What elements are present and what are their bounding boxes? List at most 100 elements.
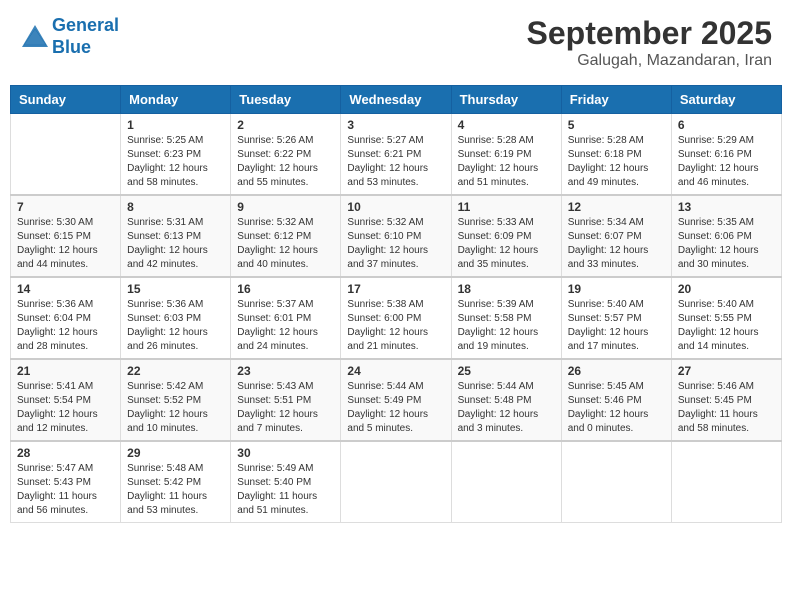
day-number: 12: [568, 200, 665, 214]
cell-content: Sunrise: 5:31 AM Sunset: 6:13 PM Dayligh…: [127, 216, 224, 272]
day-number: 4: [458, 118, 555, 132]
logo: General Blue: [20, 15, 119, 58]
day-number: 9: [237, 200, 334, 214]
cell-content: Sunrise: 5:41 AM Sunset: 5:54 PM Dayligh…: [17, 380, 114, 436]
page-header: General Blue September 2025 Galugah, Maz…: [10, 10, 782, 75]
cell-content: Sunrise: 5:46 AM Sunset: 5:45 PM Dayligh…: [678, 380, 775, 436]
day-number: 30: [237, 446, 334, 460]
day-number: 17: [347, 282, 444, 296]
calendar-cell: 6 Sunrise: 5:29 AM Sunset: 6:16 PM Daylig…: [671, 114, 781, 196]
calendar-cell: 7Sunrise: 5:30 AM Sunset: 6:15 PM Daylig…: [11, 195, 121, 277]
calendar-cell: [341, 441, 451, 523]
cell-content: Sunrise: 5:44 AM Sunset: 5:48 PM Dayligh…: [458, 380, 555, 436]
day-number: 1: [127, 118, 224, 132]
day-number: 23: [237, 364, 334, 378]
day-number: 5: [568, 118, 665, 132]
day-number: 13: [678, 200, 775, 214]
cell-content: Sunrise: 5:33 AM Sunset: 6:09 PM Dayligh…: [458, 216, 555, 272]
calendar-cell: 3 Sunrise: 5:27 AM Sunset: 6:21 PM Daylig…: [341, 114, 451, 196]
day-number: 16: [237, 282, 334, 296]
calendar-cell: 20 Sunrise: 5:40 AM Sunset: 5:55 PM Dayli…: [671, 277, 781, 359]
day-number: 15: [127, 282, 224, 296]
day-number: 19: [568, 282, 665, 296]
calendar-cell: 1 Sunrise: 5:25 AM Sunset: 6:23 PM Daylig…: [121, 114, 231, 196]
calendar-cell: 12 Sunrise: 5:34 AM Sunset: 6:07 PM Dayli…: [561, 195, 671, 277]
calendar-cell: 16 Sunrise: 5:37 AM Sunset: 6:01 PM Dayli…: [231, 277, 341, 359]
cell-content: Sunrise: 5:37 AM Sunset: 6:01 PM Dayligh…: [237, 298, 334, 354]
calendar-cell: 15 Sunrise: 5:36 AM Sunset: 6:03 PM Dayli…: [121, 277, 231, 359]
cell-content: Sunrise: 5:29 AM Sunset: 6:16 PM Dayligh…: [678, 134, 775, 190]
calendar-cell: 28Sunrise: 5:47 AM Sunset: 5:43 PM Dayli…: [11, 441, 121, 523]
calendar-cell: 30 Sunrise: 5:49 AM Sunset: 5:40 PM Dayli…: [231, 441, 341, 523]
calendar-cell: 11 Sunrise: 5:33 AM Sunset: 6:09 PM Dayli…: [451, 195, 561, 277]
calendar-cell: 23 Sunrise: 5:43 AM Sunset: 5:51 PM Dayli…: [231, 359, 341, 441]
column-header-saturday: Saturday: [671, 86, 781, 114]
day-number: 14: [17, 282, 114, 296]
cell-content: Sunrise: 5:25 AM Sunset: 6:23 PM Dayligh…: [127, 134, 224, 190]
day-number: 28: [17, 446, 114, 460]
calendar-cell: 8 Sunrise: 5:31 AM Sunset: 6:13 PM Daylig…: [121, 195, 231, 277]
cell-content: Sunrise: 5:36 AM Sunset: 6:03 PM Dayligh…: [127, 298, 224, 354]
day-number: 27: [678, 364, 775, 378]
day-number: 22: [127, 364, 224, 378]
week-row-5: 28Sunrise: 5:47 AM Sunset: 5:43 PM Dayli…: [11, 441, 782, 523]
day-number: 2: [237, 118, 334, 132]
cell-content: Sunrise: 5:38 AM Sunset: 6:00 PM Dayligh…: [347, 298, 444, 354]
column-header-sunday: Sunday: [11, 86, 121, 114]
cell-content: Sunrise: 5:45 AM Sunset: 5:46 PM Dayligh…: [568, 380, 665, 436]
calendar-cell: 5Sunrise: 5:28 AM Sunset: 6:18 PM Daylig…: [561, 114, 671, 196]
calendar-header-row: SundayMondayTuesdayWednesdayThursdayFrid…: [11, 86, 782, 114]
day-number: 21: [17, 364, 114, 378]
cell-content: Sunrise: 5:30 AM Sunset: 6:15 PM Dayligh…: [17, 216, 114, 272]
cell-content: Sunrise: 5:42 AM Sunset: 5:52 PM Dayligh…: [127, 380, 224, 436]
day-number: 29: [127, 446, 224, 460]
calendar-cell: [451, 441, 561, 523]
cell-content: Sunrise: 5:39 AM Sunset: 5:58 PM Dayligh…: [458, 298, 555, 354]
calendar-cell: 24Sunrise: 5:44 AM Sunset: 5:49 PM Dayli…: [341, 359, 451, 441]
cell-content: Sunrise: 5:48 AM Sunset: 5:42 PM Dayligh…: [127, 462, 224, 518]
calendar-cell: 17 Sunrise: 5:38 AM Sunset: 6:00 PM Dayli…: [341, 277, 451, 359]
calendar-cell: 9Sunrise: 5:32 AM Sunset: 6:12 PM Daylig…: [231, 195, 341, 277]
column-header-tuesday: Tuesday: [231, 86, 341, 114]
day-number: 6: [678, 118, 775, 132]
week-row-3: 14 Sunrise: 5:36 AM Sunset: 6:04 PM Dayli…: [11, 277, 782, 359]
cell-content: Sunrise: 5:34 AM Sunset: 6:07 PM Dayligh…: [568, 216, 665, 272]
day-number: 26: [568, 364, 665, 378]
day-number: 3: [347, 118, 444, 132]
calendar-table: SundayMondayTuesdayWednesdayThursdayFrid…: [10, 85, 782, 523]
calendar-cell: 19 Sunrise: 5:40 AM Sunset: 5:57 PM Dayli…: [561, 277, 671, 359]
calendar-cell: 22 Sunrise: 5:42 AM Sunset: 5:52 PM Dayli…: [121, 359, 231, 441]
logo-text: General Blue: [52, 15, 119, 58]
calendar-cell: 27 Sunrise: 5:46 AM Sunset: 5:45 PM Dayli…: [671, 359, 781, 441]
day-number: 18: [458, 282, 555, 296]
calendar-cell: 14 Sunrise: 5:36 AM Sunset: 6:04 PM Dayli…: [11, 277, 121, 359]
cell-content: Sunrise: 5:40 AM Sunset: 5:55 PM Dayligh…: [678, 298, 775, 354]
cell-content: Sunrise: 5:28 AM Sunset: 6:19 PM Dayligh…: [458, 134, 555, 190]
cell-content: Sunrise: 5:49 AM Sunset: 5:40 PM Dayligh…: [237, 462, 334, 518]
week-row-2: 7Sunrise: 5:30 AM Sunset: 6:15 PM Daylig…: [11, 195, 782, 277]
calendar-cell: [561, 441, 671, 523]
calendar-cell: [11, 114, 121, 196]
cell-content: Sunrise: 5:43 AM Sunset: 5:51 PM Dayligh…: [237, 380, 334, 436]
cell-content: Sunrise: 5:27 AM Sunset: 6:21 PM Dayligh…: [347, 134, 444, 190]
day-number: 20: [678, 282, 775, 296]
calendar-cell: 29 Sunrise: 5:48 AM Sunset: 5:42 PM Dayli…: [121, 441, 231, 523]
calendar-cell: 21 Sunrise: 5:41 AM Sunset: 5:54 PM Dayli…: [11, 359, 121, 441]
logo-icon: [20, 23, 50, 51]
calendar-cell: 2Sunrise: 5:26 AM Sunset: 6:22 PM Daylig…: [231, 114, 341, 196]
sub-title: Galugah, Mazandaran, Iran: [527, 52, 772, 70]
column-header-friday: Friday: [561, 86, 671, 114]
calendar-cell: 4 Sunrise: 5:28 AM Sunset: 6:19 PM Daylig…: [451, 114, 561, 196]
main-title: September 2025: [527, 15, 772, 52]
calendar-cell: 13 Sunrise: 5:35 AM Sunset: 6:06 PM Dayli…: [671, 195, 781, 277]
cell-content: Sunrise: 5:40 AM Sunset: 5:57 PM Dayligh…: [568, 298, 665, 354]
cell-content: Sunrise: 5:36 AM Sunset: 6:04 PM Dayligh…: [17, 298, 114, 354]
cell-content: Sunrise: 5:35 AM Sunset: 6:06 PM Dayligh…: [678, 216, 775, 272]
week-row-1: 1 Sunrise: 5:25 AM Sunset: 6:23 PM Daylig…: [11, 114, 782, 196]
column-header-monday: Monday: [121, 86, 231, 114]
day-number: 8: [127, 200, 224, 214]
day-number: 11: [458, 200, 555, 214]
cell-content: Sunrise: 5:32 AM Sunset: 6:10 PM Dayligh…: [347, 216, 444, 272]
calendar-cell: 25Sunrise: 5:44 AM Sunset: 5:48 PM Dayli…: [451, 359, 561, 441]
week-row-4: 21 Sunrise: 5:41 AM Sunset: 5:54 PM Dayli…: [11, 359, 782, 441]
